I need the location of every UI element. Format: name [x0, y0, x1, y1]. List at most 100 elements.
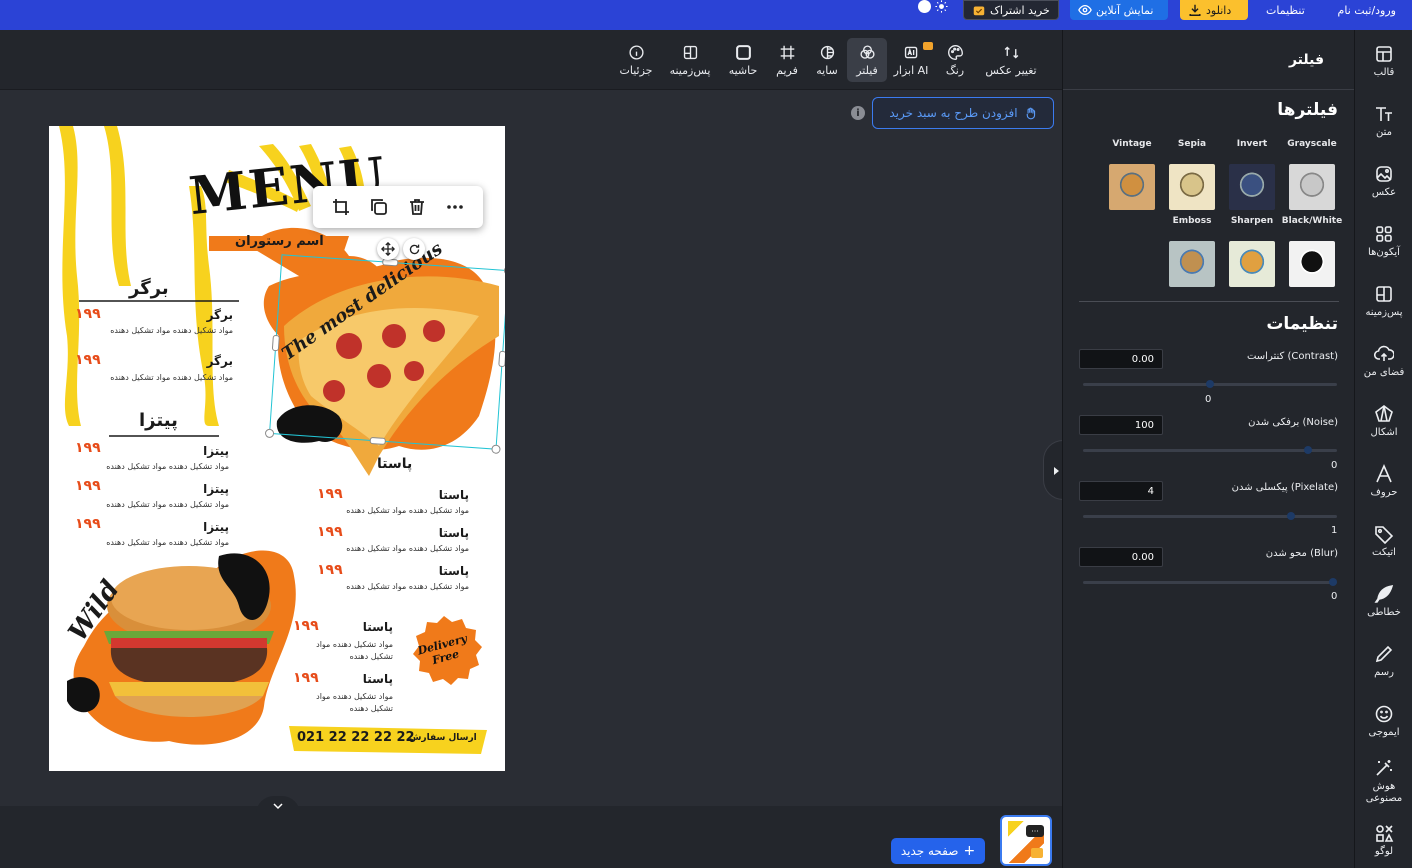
template-icon — [1376, 46, 1392, 62]
price-8: ۱۹۹ — [317, 562, 343, 578]
panel-title: فیلتر — [1288, 51, 1324, 68]
pasta-desc-4a: مواد تشکیل دهنده مواد — [316, 640, 393, 649]
resize-handle[interactable] — [369, 436, 386, 445]
page-thumbnail[interactable]: ··· — [1000, 815, 1052, 866]
pasta-item-1: پاستا — [438, 488, 469, 502]
tag-icon — [1375, 526, 1394, 544]
resize-handle[interactable] — [498, 350, 505, 368]
rail-label: لوگو — [1374, 846, 1394, 857]
delete-button[interactable] — [407, 197, 427, 217]
rail-letters[interactable]: حروف — [1355, 464, 1412, 499]
filter-sharpen[interactable] — [1229, 241, 1275, 287]
tool-details[interactable]: جزئیات — [616, 38, 656, 82]
filter-vintage[interactable] — [1109, 164, 1155, 210]
rail-draw[interactable]: رسم — [1355, 644, 1412, 679]
rail-ai[interactable]: هوش مصنوعی — [1355, 758, 1412, 805]
crop-icon — [333, 199, 349, 215]
filter-sepia[interactable] — [1169, 164, 1215, 210]
price-3: ۱۹۹ — [75, 440, 101, 456]
selection-box[interactable] — [264, 254, 505, 455]
panel-collapse-toggle[interactable] — [1043, 440, 1063, 500]
logo-icon — [1376, 825, 1394, 842]
resize-handle[interactable] — [271, 334, 280, 352]
burger-desc-1: مواد تشکیل دهنده مواد تشکیل دهنده — [110, 326, 233, 335]
more-button[interactable] — [445, 197, 465, 217]
feather-icon — [1374, 585, 1394, 603]
image-toolbar: تغییر عکس رنگ ابزار AI فیلتر سایه فریم ح… — [0, 30, 1062, 90]
download-label: دانلود — [1206, 3, 1232, 17]
pasta-item-4: پاستا — [362, 620, 393, 634]
pasta-desc-3: مواد تشکیل دهنده مواد تشکیل دهنده — [346, 582, 469, 591]
settings-title: تنظیمات — [1266, 314, 1338, 334]
noise-slider[interactable] — [1083, 446, 1337, 454]
filter-label-invert: Invert — [1236, 139, 1268, 149]
tool-swap-image[interactable]: تغییر عکس — [980, 38, 1042, 82]
contrast-slider[interactable] — [1083, 380, 1337, 388]
filter-emboss[interactable] — [1169, 241, 1215, 287]
resize-handle[interactable] — [503, 265, 505, 276]
rail-shapes[interactable]: اشکال — [1355, 404, 1412, 439]
rail-calligraphy[interactable]: خطاطی — [1355, 584, 1412, 619]
tool-frame[interactable]: فریم — [770, 38, 804, 82]
tool-filter[interactable]: فیلتر — [847, 38, 887, 82]
blur-slider[interactable] — [1083, 578, 1337, 586]
login-link[interactable]: ورود/ثبت نام — [1330, 0, 1404, 20]
filter-label-vintage: Vintage — [1112, 139, 1152, 149]
download-button[interactable]: دانلود — [1180, 0, 1248, 20]
rail-template[interactable]: قالب — [1355, 44, 1412, 79]
top-bar: ورود/ثبت نام تنظیمات دانلود نمایش آنلاین… — [0, 0, 1412, 30]
filter-grayscale[interactable] — [1289, 164, 1335, 210]
text-icon — [1376, 107, 1392, 121]
pasta-item-2: پاستا — [438, 526, 469, 540]
rail-icons[interactable]: آیکون‌ها — [1355, 224, 1412, 259]
rotate-icon — [409, 244, 419, 254]
rail-text[interactable]: متن — [1355, 104, 1412, 139]
settings-link[interactable]: تنظیمات — [1258, 0, 1313, 20]
slider-knob[interactable] — [1206, 380, 1214, 388]
tool-border[interactable]: حاشیه — [724, 38, 762, 82]
preview-button[interactable]: نمایش آنلاین — [1070, 0, 1168, 20]
filter-label-sepia: Sepia — [1177, 139, 1207, 149]
pizza-desc-3: مواد تشکیل دهنده مواد تشکیل دهنده — [106, 538, 229, 547]
subscribe-button[interactable]: خرید اشتراک — [963, 0, 1059, 20]
background-icon — [683, 45, 697, 59]
slider-knob[interactable] — [1304, 446, 1312, 454]
blur-input[interactable]: 0.00 — [1079, 547, 1163, 567]
crop-button[interactable] — [331, 197, 351, 217]
rail-emoji[interactable]: ایموجی — [1355, 704, 1412, 739]
move-handle[interactable] — [377, 238, 399, 260]
tool-shadow[interactable]: سایه — [810, 38, 844, 82]
rail-sticker[interactable]: اتیکت — [1355, 524, 1412, 559]
rail-my-space[interactable]: فضای من — [1355, 344, 1412, 379]
slider-knob[interactable] — [1287, 512, 1295, 520]
pixelate-input[interactable]: 4 — [1079, 481, 1163, 501]
pixelate-slider[interactable] — [1083, 512, 1337, 520]
add-to-cart-button[interactable]: افزودن طرح به سبد خرید — [872, 97, 1054, 129]
rail-photo[interactable]: عکس — [1355, 164, 1412, 199]
slider-knob[interactable] — [1329, 578, 1337, 586]
duplicate-button[interactable] — [369, 197, 389, 217]
design-page[interactable]: MENU اسم رستوران برگر برگر ۱۹۹ مواد تشکی… — [49, 126, 505, 771]
eye-icon — [1078, 4, 1092, 16]
pizza-desc-1: مواد تشکیل دهنده مواد تشکیل دهنده — [106, 462, 229, 471]
tool-background[interactable]: پس‌زمینه — [664, 38, 716, 82]
theme-toggle[interactable] — [916, 0, 950, 13]
rotate-handle[interactable] — [403, 238, 425, 260]
thumbnail-more-button[interactable]: ··· — [1026, 825, 1044, 837]
add-to-cart-label: افزودن طرح به سبد خرید — [889, 106, 1018, 120]
chevron-right-icon — [1054, 467, 1059, 475]
filter-panel: فیلتر فیلترها Grayscale Invert Sepia Vin… — [1062, 30, 1354, 868]
filter-invert[interactable] — [1229, 164, 1275, 210]
filter-black-white[interactable] — [1289, 241, 1335, 287]
new-page-button[interactable]: صفحه جدید + — [891, 838, 985, 864]
rail-label: هوش مصنوعی — [1365, 781, 1403, 804]
tool-label: تغییر عکس — [985, 63, 1037, 77]
info-icon[interactable]: i — [851, 106, 865, 120]
rail-background[interactable]: پس‌زمینه — [1355, 284, 1412, 319]
rail-logo[interactable]: لوگو — [1355, 823, 1412, 858]
contrast-input[interactable]: 0.00 — [1079, 349, 1163, 369]
noise-input[interactable]: 100 — [1079, 415, 1163, 435]
pizza-item-3: پیتزا — [203, 520, 229, 534]
tool-color[interactable]: رنگ — [938, 38, 972, 82]
context-toolbar — [313, 186, 483, 228]
